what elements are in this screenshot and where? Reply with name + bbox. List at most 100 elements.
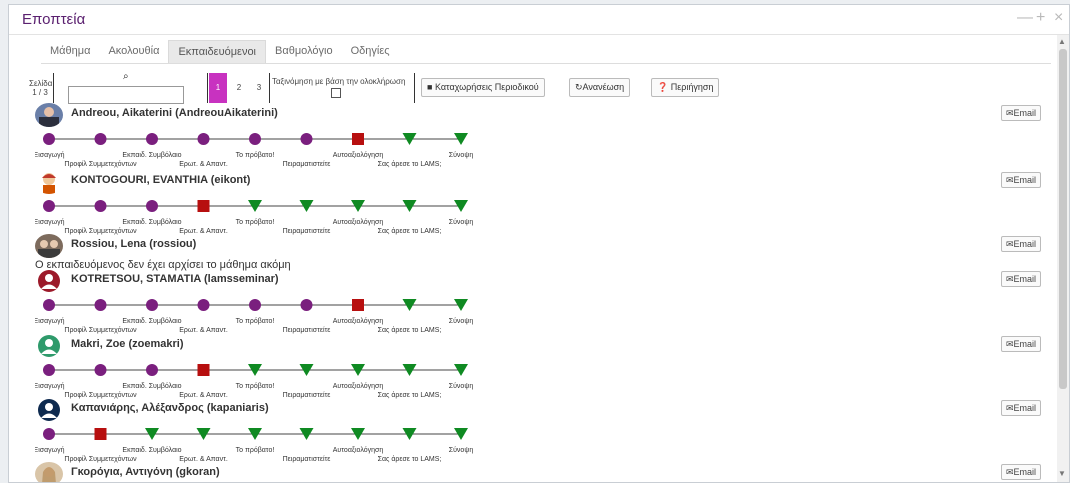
activity-completed-marker[interactable] xyxy=(146,364,158,376)
email-label: Email xyxy=(1013,339,1037,349)
activity-current-marker[interactable] xyxy=(352,299,364,311)
avatar xyxy=(35,103,63,127)
divider xyxy=(269,73,270,103)
email-button[interactable]: ✉Email xyxy=(1001,400,1042,416)
envelope-icon: ✉ xyxy=(1006,274,1014,284)
activity-completed-marker[interactable] xyxy=(43,428,55,440)
refresh-button[interactable]: ↻Ανανέωση xyxy=(569,78,631,97)
email-button[interactable]: ✉Email xyxy=(1001,172,1042,188)
activity-current-marker[interactable] xyxy=(197,364,210,376)
learner-name[interactable]: Καπανιάρης, Αλέξανδρος (kapaniaris) xyxy=(71,402,269,414)
close-icon[interactable]: × xyxy=(1054,9,1063,27)
tour-button[interactable]: ❓ Περιήγηση xyxy=(651,78,720,97)
activity-completed-marker[interactable] xyxy=(249,133,261,145)
page-button-2[interactable]: 2 xyxy=(230,73,248,103)
activity-completed-marker[interactable] xyxy=(94,299,107,311)
activity-label: Πειραματιστείτε xyxy=(283,391,331,399)
activity-label: Σύνοψη xyxy=(449,218,474,226)
minimize-icon[interactable]: — xyxy=(1017,9,1033,27)
email-label: Email xyxy=(1013,239,1037,249)
activity-completed-marker[interactable] xyxy=(146,200,158,212)
activity-current-marker[interactable] xyxy=(197,200,210,212)
activity-current-marker[interactable] xyxy=(94,428,107,440)
activity-label: Ερωτ. & Απαντ. xyxy=(179,228,228,235)
email-button[interactable]: ✉Email xyxy=(1001,464,1042,480)
avatar xyxy=(35,170,63,194)
learner-name[interactable]: KOTRETSOU, STAMATIA (lamsseminar) xyxy=(71,273,279,285)
learner-name[interactable]: Γκορόγια, Αντιγόνη (gkoran) xyxy=(71,466,220,478)
activity-label: Αυτοαξιολόγηση xyxy=(333,151,384,159)
activity-label: Σύνοψη xyxy=(449,382,474,390)
tab-lesson[interactable]: Μάθημα xyxy=(41,40,99,64)
journal-entries-button[interactable]: ■ Καταχωρήσεις Περιοδικού xyxy=(421,78,545,97)
activity-label: Σας άρεσε το LAMS; xyxy=(378,391,442,399)
activity-label: Το πρόβατο! xyxy=(236,151,275,159)
tab-learners[interactable]: Εκπαιδευόμενοι xyxy=(168,40,267,64)
page-button-1[interactable]: 1 xyxy=(209,73,227,103)
book-icon: ■ xyxy=(427,82,435,92)
scroll-down-icon[interactable]: ▼ xyxy=(1058,469,1066,478)
activity-completed-marker[interactable] xyxy=(300,299,313,311)
activity-completed-marker[interactable] xyxy=(197,133,210,145)
activity-completed-marker[interactable] xyxy=(43,299,55,311)
email-button[interactable]: ✉Email xyxy=(1001,336,1042,352)
email-button[interactable]: ✉Email xyxy=(1001,105,1042,121)
divider xyxy=(414,73,415,103)
tab-gradebook[interactable]: Βαθμολόγιο xyxy=(266,40,342,64)
email-button[interactable]: ✉Email xyxy=(1001,236,1042,252)
page-button-3[interactable]: 3 xyxy=(250,73,268,103)
scrollbar[interactable]: ▲ ▼ xyxy=(1057,35,1069,482)
learner-name[interactable]: Makri, Zoe (zoemakri) xyxy=(71,338,183,350)
activity-label: Πειραματιστείτε xyxy=(283,455,331,463)
email-button[interactable]: ✉Email xyxy=(1001,271,1042,287)
search-icon: ⌕ xyxy=(123,71,129,82)
progress-bar: Εισαγωγή Εκπαιδ. Συμβόλαιο Το πρόβατο! Αυτο… xyxy=(35,299,473,334)
activity-completed-marker[interactable] xyxy=(43,200,55,212)
tab-instructions[interactable]: Οδηγίες xyxy=(342,40,399,64)
avatar xyxy=(35,462,63,482)
envelope-icon: ✉ xyxy=(1006,403,1014,413)
envelope-icon: ✉ xyxy=(1006,108,1014,118)
activity-label: Ερωτ. & Απαντ. xyxy=(179,327,228,334)
refresh-icon: ↻ xyxy=(575,82,583,92)
refresh-label: Ανανέωση xyxy=(582,82,625,92)
activity-label: Ερωτ. & Απαντ. xyxy=(179,161,228,168)
activity-label: Προφίλ Συμμετεχόντων xyxy=(64,391,137,399)
envelope-icon: ✉ xyxy=(1006,239,1014,249)
avatar xyxy=(35,334,63,358)
activity-completed-marker[interactable] xyxy=(146,133,158,145)
activity-completed-marker[interactable] xyxy=(146,299,158,311)
activity-label: Το πρόβατο! xyxy=(236,446,275,454)
progress-bar: Εισαγωγή Εκπαιδ. Συμβόλαιο Το πρόβατο! Αυτο… xyxy=(35,200,474,235)
divider xyxy=(53,73,54,103)
tab-divider xyxy=(41,63,1051,64)
learner-name[interactable]: KONTOGOURI, EVANTHIA (eikont) xyxy=(71,174,250,186)
activity-label: Αυτοαξιολόγηση xyxy=(333,446,384,454)
email-label: Email xyxy=(1013,108,1037,118)
maximize-icon[interactable]: + xyxy=(1036,9,1045,27)
activity-current-marker[interactable] xyxy=(352,133,364,145)
envelope-icon: ✉ xyxy=(1006,467,1014,477)
activity-completed-marker[interactable] xyxy=(300,133,313,145)
activity-label: Προφίλ Συμμετεχόντων xyxy=(64,326,137,334)
activity-completed-marker[interactable] xyxy=(43,364,55,376)
activity-completed-marker[interactable] xyxy=(43,133,55,145)
activity-completed-marker[interactable] xyxy=(197,299,210,311)
activity-completed-marker[interactable] xyxy=(94,133,107,145)
learner-name[interactable]: Andreou, Aikaterini (AndreouAikaterini) xyxy=(71,107,278,119)
search-input[interactable] xyxy=(68,86,184,104)
activity-completed-marker[interactable] xyxy=(94,200,107,212)
sort-checkbox[interactable] xyxy=(331,88,341,98)
page-indicator: Σελίδα 1 / 3 xyxy=(29,79,52,97)
tab-sequence[interactable]: Ακολουθία xyxy=(99,40,168,64)
avatar xyxy=(35,269,63,293)
email-label: Email xyxy=(1013,403,1037,413)
scroll-thumb[interactable] xyxy=(1059,49,1067,389)
scroll-up-icon[interactable]: ▲ xyxy=(1058,37,1066,46)
activity-completed-marker[interactable] xyxy=(249,299,261,311)
activity-completed-marker[interactable] xyxy=(94,364,107,376)
window-title: Εποπτεία xyxy=(22,11,86,28)
learner-name[interactable]: Rossiou, Lena (rossiou) xyxy=(71,238,196,250)
sort-label: Ταξινόμηση με βάση την ολοκλήρωση xyxy=(272,77,406,86)
activity-label: Εκπαιδ. Συμβόλαιο xyxy=(122,218,181,226)
